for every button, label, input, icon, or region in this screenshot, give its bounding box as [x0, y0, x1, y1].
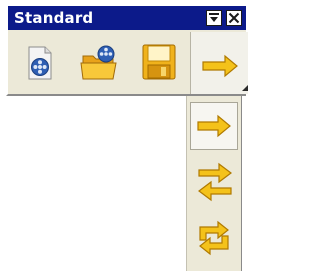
- open-folder-icon: [80, 45, 117, 80]
- flyout-item-play-ping-pong[interactable]: [190, 158, 238, 206]
- dropdown-menu-icon: [209, 13, 219, 22]
- loop-arrows-icon: [199, 220, 229, 256]
- toolbar-title-bar[interactable]: Standard: [8, 6, 246, 30]
- toolbar-close-button[interactable]: [226, 10, 242, 26]
- flyout-item-play-forward[interactable]: [190, 102, 238, 150]
- close-icon: [228, 12, 240, 24]
- save-button[interactable]: [134, 34, 184, 90]
- new-movie-button[interactable]: [14, 34, 64, 90]
- arrow-right-icon: [197, 114, 231, 138]
- playback-mode-dropdown[interactable]: [190, 32, 248, 94]
- open-button[interactable]: [74, 34, 124, 90]
- floppy-disk-icon: [142, 44, 176, 80]
- arrows-back-forth-icon: [198, 162, 232, 202]
- toolbar-menu-button[interactable]: [206, 10, 222, 26]
- standard-toolbar: Standard: [6, 6, 248, 96]
- movie-document-icon: [28, 46, 52, 80]
- dropdown-corner-icon: [242, 85, 248, 91]
- flyout-item-play-loop[interactable]: [190, 214, 238, 262]
- toolbar-title: Standard: [14, 9, 94, 27]
- arrow-right-icon: [202, 54, 248, 91]
- playback-mode-flyout: [186, 96, 242, 271]
